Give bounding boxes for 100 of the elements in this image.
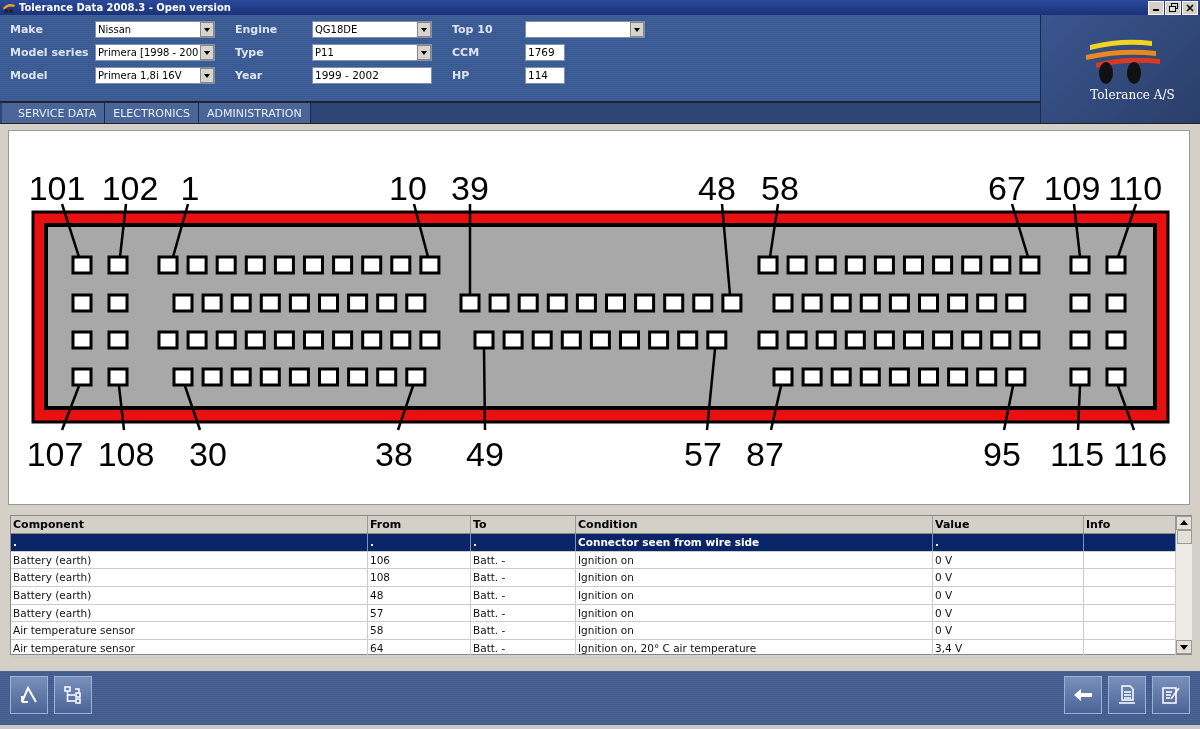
- arrow-down-left-icon: [18, 684, 40, 706]
- pin-number-label: 107: [26, 435, 84, 473]
- pin-number-label: 38: [375, 435, 413, 473]
- table-cell: Ignition on, 20° C air temperature: [578, 642, 757, 655]
- dropdown-field[interactable]: Primera 1,8i 16V: [95, 67, 215, 84]
- dropdown-field[interactable]: Nissan: [95, 21, 215, 38]
- restore-icon: [1168, 3, 1178, 12]
- scrollbar[interactable]: [1176, 516, 1192, 654]
- table-cell: 57: [370, 606, 384, 619]
- table-cell: 48: [370, 589, 384, 602]
- table-cell: Air temperature sensor: [13, 642, 135, 655]
- table-cell: Ignition on: [578, 624, 634, 637]
- leader-line: [1116, 385, 1136, 431]
- table-cell: Batt. -: [473, 624, 506, 637]
- scroll-up-icon[interactable]: [1176, 516, 1192, 530]
- column-header[interactable]: Condition: [576, 516, 933, 533]
- table-cell: .: [370, 536, 374, 548]
- restore-button[interactable]: [1165, 0, 1181, 15]
- tree-diagram-icon: [62, 684, 84, 706]
- table-cell: 106: [370, 553, 391, 566]
- table-cell: 64: [370, 642, 384, 655]
- table-cell: Batt. -: [473, 606, 506, 619]
- table-cell: Batt. -: [473, 589, 506, 602]
- table-cell: 0 V: [935, 589, 953, 602]
- leader-line: [183, 385, 202, 431]
- leader-line: [60, 203, 81, 258]
- dropdown-field[interactable]: P11: [312, 44, 432, 61]
- pin-number-label: 102: [101, 169, 159, 207]
- table-row[interactable]: Battery (earth) 57 Batt. - Ignition on 0 V: [11, 604, 1176, 623]
- window-title: Tolerance Data 2008.3 - Open version: [19, 2, 231, 13]
- field-label: HP: [452, 69, 471, 82]
- table-row[interactable]: Battery (earth) 108 Batt. - Ignition on 0 V: [11, 569, 1176, 588]
- leader-line: [768, 203, 780, 258]
- leader-line: [396, 385, 415, 431]
- table-row[interactable]: . . . Connector seen from wire side .: [11, 534, 1176, 552]
- minimize-icon: [1153, 9, 1159, 11]
- table-cell: .: [935, 536, 939, 548]
- table-cell: Batt. -: [473, 571, 506, 584]
- table-cell: Battery (earth): [13, 571, 92, 584]
- dropdown-field[interactable]: QG18DE: [312, 21, 432, 38]
- back-button[interactable]: [1064, 676, 1102, 714]
- app-logo-icon: [2, 1, 16, 14]
- leader-line: [1116, 203, 1138, 258]
- pin-number-label: 109: [1043, 169, 1101, 207]
- nav-tab[interactable]: ADMINISTRATION: [199, 103, 311, 123]
- table-cell: Batt. -: [473, 642, 506, 655]
- input-field[interactable]: 114: [525, 67, 565, 84]
- input-field[interactable]: 1999 - 2002: [312, 67, 432, 84]
- minimize-button[interactable]: [1148, 0, 1164, 15]
- table-cell: 0 V: [935, 624, 953, 637]
- pin-number-label: 58: [761, 169, 799, 207]
- table-cell: Connector seen from wire side: [578, 536, 760, 548]
- table-cell: 0 V: [935, 553, 953, 566]
- input-field[interactable]: 1769: [525, 44, 565, 61]
- field-label: CCM: [452, 46, 481, 59]
- field-label: Engine: [235, 23, 279, 36]
- leader-line: [412, 203, 430, 258]
- scroll-down-icon[interactable]: [1176, 640, 1192, 654]
- close-icon: [1186, 3, 1194, 12]
- column-header[interactable]: Component: [11, 516, 368, 533]
- table-cell: .: [473, 536, 477, 548]
- field-label: Model: [10, 69, 49, 82]
- leader-line: [769, 385, 783, 431]
- table-row[interactable]: Air temperature sensor 58 Batt. - Ignition on 0 V: [11, 622, 1176, 641]
- table-cell: Ignition on: [578, 606, 634, 619]
- edit-button[interactable]: [1152, 676, 1190, 714]
- column-header[interactable]: From: [368, 516, 471, 533]
- leader-line: [117, 385, 126, 431]
- nav-tab[interactable]: ELECTRONICS: [105, 103, 200, 123]
- scroll-thumb[interactable]: [1176, 530, 1192, 544]
- table-cell: 0 V: [935, 606, 953, 619]
- pin-number-label: 49: [466, 435, 504, 473]
- print-button[interactable]: [1108, 676, 1146, 714]
- column-header[interactable]: Value: [933, 516, 1084, 533]
- leader-line: [1076, 385, 1082, 431]
- column-header[interactable]: To: [471, 516, 576, 533]
- close-button[interactable]: [1182, 0, 1198, 15]
- dropdown-field[interactable]: Primera [1998 - 200: [95, 44, 215, 61]
- leader-line: [171, 203, 190, 258]
- pin-number-label: 115: [1049, 435, 1105, 473]
- table-cell: Ignition on: [578, 589, 634, 602]
- pin-number-label: 48: [698, 169, 736, 207]
- table-row[interactable]: Air temperature sensor 64 Batt. - Ignition on, 20° C air temperature 3,4 V: [11, 640, 1176, 658]
- table-cell: 58: [370, 624, 384, 637]
- field-label: Year: [235, 69, 264, 82]
- pin-number-label: 110: [1107, 169, 1163, 207]
- logo-text: Tolerance A/S: [1089, 88, 1175, 102]
- table-cell: 0 V: [935, 571, 953, 584]
- tool-button[interactable]: [10, 676, 48, 714]
- nav-tab[interactable]: SERVICE DATA: [2, 103, 106, 123]
- tool-button[interactable]: [54, 676, 92, 714]
- leader-line: [118, 203, 128, 258]
- table-cell: Ignition on: [578, 571, 634, 584]
- leader-line: [1072, 203, 1082, 258]
- dropdown-field[interactable]: [525, 21, 645, 38]
- table-row[interactable]: Battery (earth) 106 Batt. - Ignition on 0 V: [11, 551, 1176, 570]
- pin-number-label: 116: [1112, 435, 1168, 473]
- table-cell: Ignition on: [578, 553, 634, 566]
- table-row[interactable]: Battery (earth) 48 Batt. - Ignition on 0 V: [11, 587, 1176, 605]
- pin-number-label: 1: [180, 169, 200, 207]
